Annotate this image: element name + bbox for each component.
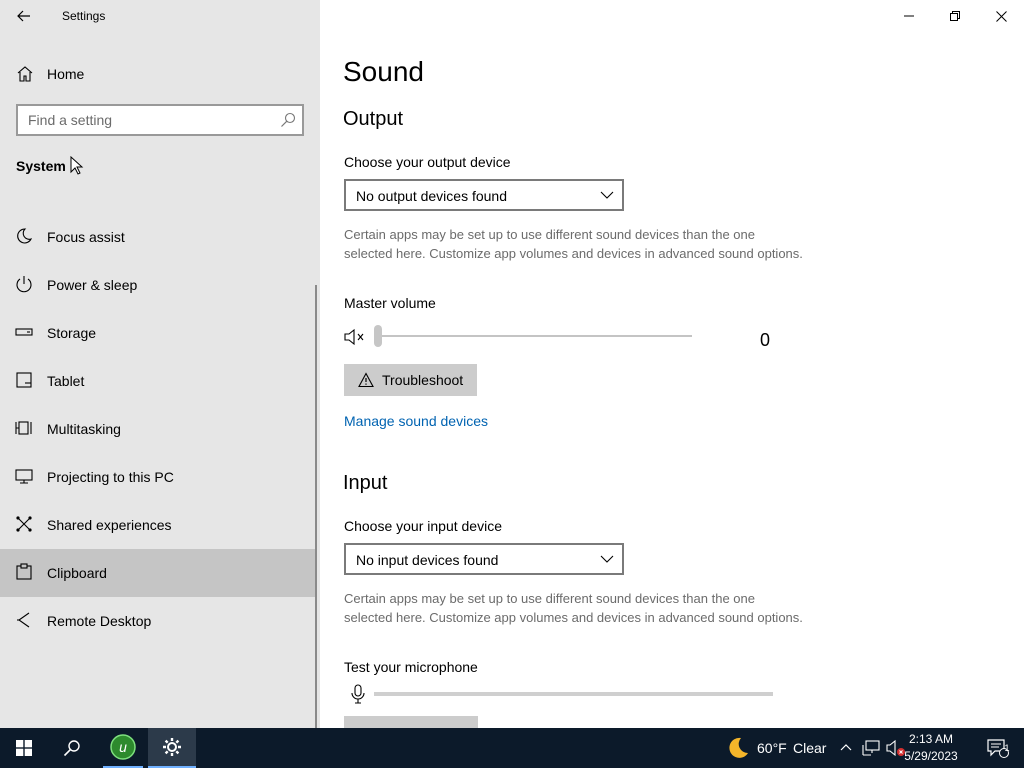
close-button[interactable] (978, 0, 1024, 32)
output-device-label: Choose your output device (344, 154, 511, 170)
volume-slider-thumb[interactable] (374, 325, 382, 347)
notification-count: 1 (1004, 743, 1010, 753)
restore-button[interactable] (932, 0, 978, 32)
volume-slider-track[interactable] (376, 335, 692, 337)
input-device-value: No input devices found (356, 552, 499, 568)
search-input[interactable] (18, 106, 268, 134)
sidebar-item-label: Projecting to this PC (47, 469, 174, 485)
chevron-down-icon (600, 555, 614, 563)
chevron-down-icon (600, 191, 614, 199)
troubleshoot-label: Troubleshoot (382, 372, 464, 388)
output-heading: Output (343, 108, 404, 130)
test-microphone-label: Test your microphone (344, 659, 478, 675)
sidebar-item-storage[interactable]: Storage (0, 309, 316, 357)
weather-condition[interactable]: Clear (793, 740, 826, 756)
app-title: Settings (62, 9, 106, 23)
sidebar-scrollbar[interactable] (315, 285, 317, 728)
chevron-up-icon[interactable] (840, 742, 852, 752)
output-device-value: No output devices found (356, 188, 507, 204)
windows-logo-icon (16, 740, 32, 756)
sidebar-item-tablet[interactable]: Tablet (0, 357, 316, 405)
master-volume-label: Master volume (344, 295, 436, 311)
minimize-button[interactable] (886, 0, 932, 32)
manage-sound-devices-link[interactable]: Manage sound devices (344, 413, 488, 429)
page-title: Sound (343, 56, 424, 87)
troubleshoot-button[interactable]: Troubleshoot (344, 364, 478, 396)
sidebar-item-label: Focus assist (47, 229, 125, 245)
taskbar-app-settings[interactable] (148, 728, 196, 768)
sidebar-item-remote-desktop[interactable]: Remote Desktop (0, 597, 316, 645)
clock-date: 5/29/2023 (904, 749, 958, 763)
home-link[interactable]: Home (0, 56, 320, 90)
remote-desktop-icon (17, 612, 30, 628)
clock-time: 2:13 AM (908, 732, 954, 746)
power-icon (16, 276, 32, 293)
sidebar-item-projecting[interactable]: Projecting to this PC (0, 453, 316, 501)
svg-text:u: u (119, 739, 127, 755)
output-description: Certain apps may be set up to use differ… (344, 227, 803, 261)
notifications-button[interactable]: 1 (978, 728, 1018, 768)
input-description: Certain apps may be set up to use differ… (344, 591, 803, 625)
tablet-icon (16, 372, 32, 388)
sidebar-item-focus-assist[interactable]: Focus assist (0, 213, 316, 261)
sidebar-item-label: Power & sleep (47, 277, 138, 293)
sidebar-item-shared-experiences[interactable]: Shared experiences (0, 501, 316, 549)
moon-icon (17, 228, 33, 244)
back-button[interactable] (10, 4, 38, 28)
sidebar-item-label: Storage (47, 325, 97, 341)
speaker-muted-icon[interactable] (344, 328, 368, 346)
sidebar-item-label: Multitasking (47, 421, 121, 437)
moon-weather-icon (729, 737, 748, 758)
sidebar-item-label: Tablet (47, 373, 85, 389)
multitasking-icon (15, 421, 32, 435)
clipboard-icon (16, 563, 32, 580)
mouse-cursor-icon (70, 156, 84, 175)
section-title: System (16, 158, 66, 174)
weather-temperature[interactable]: 60°F (757, 740, 787, 756)
home-label: Home (47, 66, 85, 82)
restore-icon (950, 11, 960, 21)
close-icon (995, 10, 1007, 22)
title-bar: Settings (0, 0, 320, 32)
volume-value: 0 (760, 330, 771, 350)
settings-sidebar: Settings Home System Focus assist Power … (0, 0, 320, 728)
input-device-label: Choose your input device (344, 518, 502, 534)
search-icon (63, 740, 80, 757)
sidebar-item-label: Remote Desktop (47, 613, 152, 629)
minimize-icon (904, 15, 914, 17)
sidebar-item-label: Shared experiences (47, 517, 172, 533)
partial-button[interactable] (344, 716, 478, 728)
search-icon[interactable] (280, 112, 296, 128)
sidebar-item-clipboard[interactable]: Clipboard (0, 549, 316, 597)
shared-experiences-icon (16, 516, 32, 532)
start-button[interactable] (0, 728, 48, 768)
input-heading: Input (343, 472, 388, 494)
microphone-level-bar (374, 692, 773, 696)
main-content: Sound Output Choose your output device N… (320, 0, 1024, 728)
home-icon (17, 66, 33, 82)
gear-icon (163, 738, 181, 756)
sidebar-item-power-sleep[interactable]: Power & sleep (0, 261, 316, 309)
microphone-icon (351, 684, 365, 704)
network-icon[interactable] (862, 739, 880, 757)
taskbar-clock[interactable]: 2:13 AM 5/29/2023 (896, 731, 966, 765)
input-device-dropdown[interactable]: No input devices found (344, 543, 624, 575)
warning-icon (358, 372, 374, 388)
sidebar-item-label: Clipboard (47, 565, 107, 581)
taskbar-search-button[interactable] (48, 728, 96, 768)
storage-icon (15, 328, 33, 336)
sidebar-item-multitasking[interactable]: Multitasking (0, 405, 316, 453)
utorrent-icon: u (110, 734, 136, 760)
search-box[interactable] (16, 104, 304, 136)
output-device-dropdown[interactable]: No output devices found (344, 179, 624, 211)
taskbar: u 60°F Clear 2:13 AM 5/29/2023 1 (0, 728, 1024, 768)
projecting-icon (15, 469, 33, 484)
arrow-left-icon (17, 10, 30, 22)
taskbar-app-utorrent[interactable]: u (103, 728, 143, 768)
